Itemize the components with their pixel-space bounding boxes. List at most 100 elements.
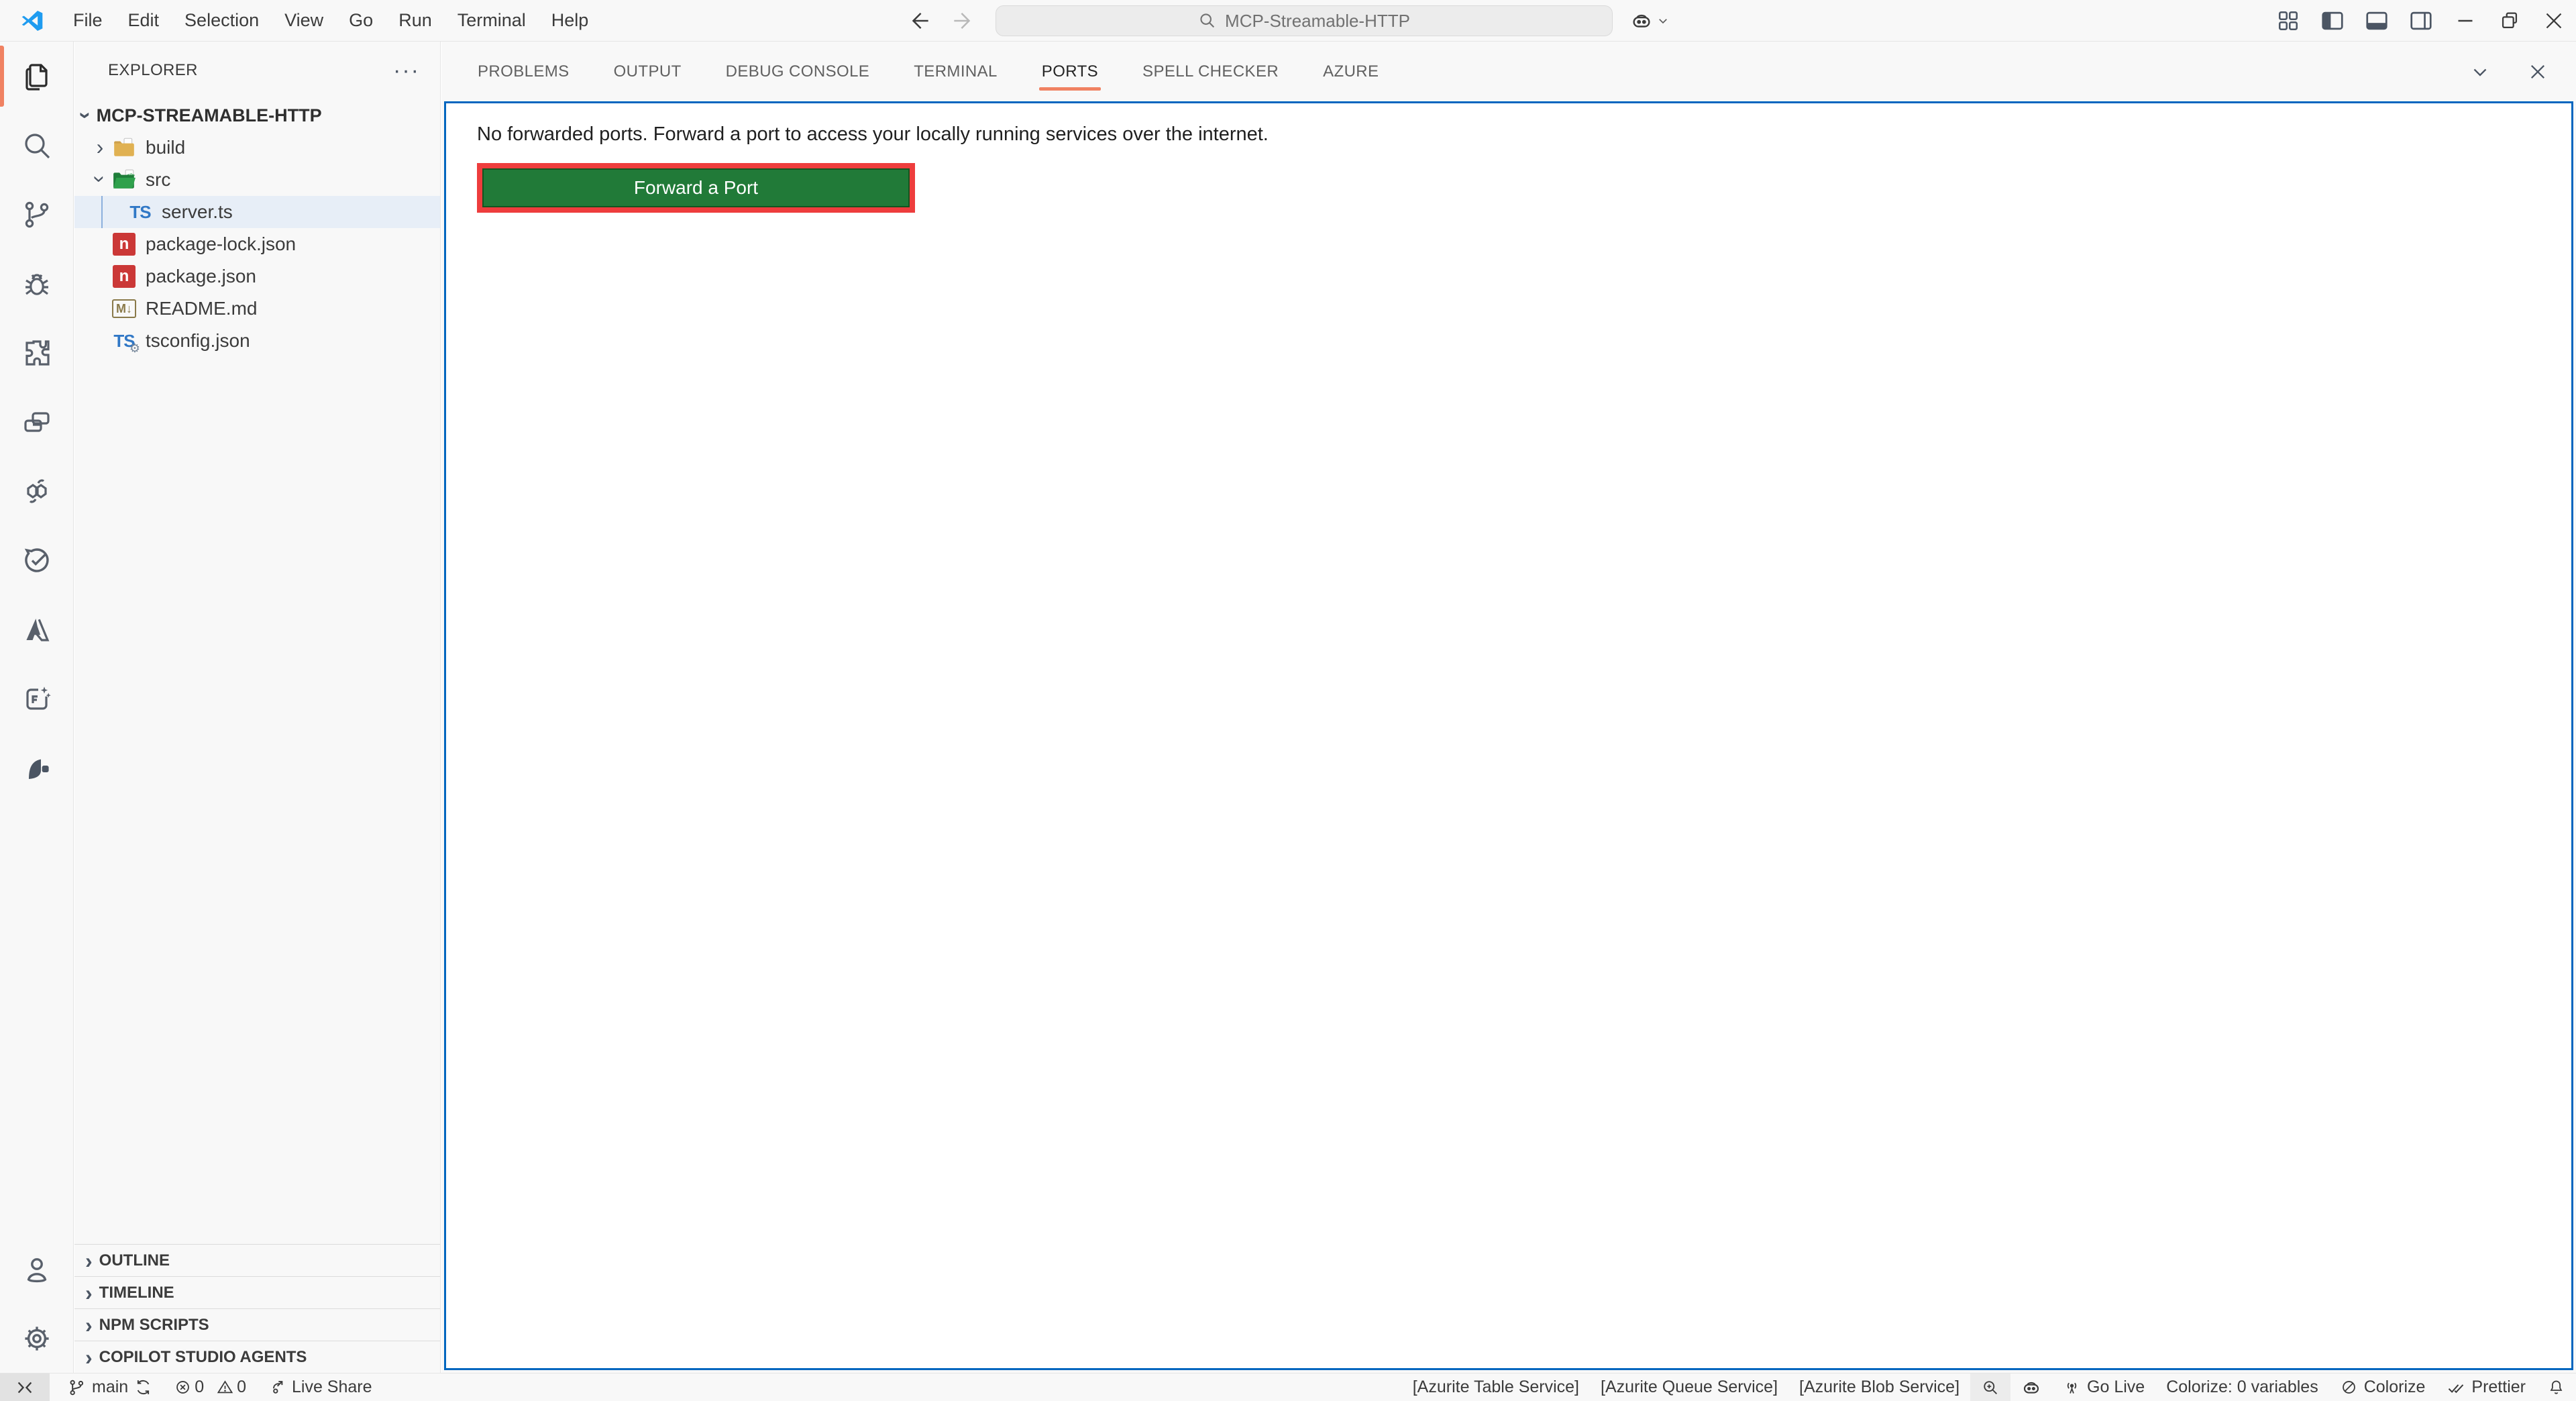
section-timeline[interactable]: › TIMELINE [74,1276,440,1308]
activitybar-extensions[interactable] [0,318,73,387]
tab-problems[interactable]: PROBLEMS [476,50,571,93]
activitybar-sparkle-square-extension[interactable] [0,664,73,733]
copilot-menu-button[interactable] [1630,9,1669,32]
activitybar-stacked-shapes-extension[interactable] [0,387,73,456]
activitybar-linked-rings-extension[interactable] [0,456,73,525]
tab-azure[interactable]: AZURE [1322,50,1380,93]
warning-count: 0 [237,1378,246,1397]
menu-go[interactable]: Go [336,6,386,35]
go-live-label: Go Live [2087,1378,2145,1397]
activitybar-settings[interactable] [0,1304,73,1373]
account-icon [21,1253,53,1286]
vscode-logo-icon [19,7,46,34]
sync-icon [134,1378,152,1396]
chevron-down-icon [1657,15,1669,27]
settings-gear-icon [21,1322,53,1355]
chevron-right-icon: › [85,1250,93,1272]
colorize-label: Colorize [2364,1378,2426,1397]
activitybar-source-control[interactable] [0,180,73,249]
tree-item-tsconfig-json[interactable]: TS⚙ tsconfig.json [74,325,440,357]
tree-item-package-json[interactable]: n package.json [74,260,440,293]
azurite-table-service[interactable]: [Azurite Table Service] [1402,1373,1590,1401]
bell-icon [2547,1378,2565,1396]
azure-icon [21,613,53,645]
copilot-status[interactable] [2010,1373,2052,1401]
prettier-status[interactable]: Prettier [2436,1373,2536,1401]
activitybar-run-debug[interactable] [0,249,73,318]
extensions-puzzle-icon [21,337,53,369]
status-bar: main 0 0 Live Share [Azurite Table Servi… [0,1373,2576,1401]
activitybar-flag-extension[interactable] [0,733,73,802]
error-count: 0 [195,1378,204,1397]
tree-item-build[interactable]: › build [74,132,440,164]
activitybar-explorer[interactable] [0,42,73,111]
live-share-status[interactable]: Live Share [257,1373,383,1401]
branch-name: main [92,1378,128,1397]
menu-file[interactable]: File [60,6,115,35]
azurite-blob-service[interactable]: [Azurite Blob Service] [1788,1373,1970,1401]
tree-item-readme-md[interactable]: M↓ README.md [74,293,440,325]
customize-layout-icon[interactable] [2266,0,2310,42]
forward-arrow-icon[interactable] [950,8,975,34]
zoom-status[interactable] [1970,1373,2010,1401]
project-root-row[interactable]: › MCP-STREAMABLE-HTTP [74,99,440,132]
circle-slash-icon [2340,1378,2358,1396]
panel-close-icon[interactable] [2526,60,2549,83]
minimize-icon[interactable] [2443,0,2487,42]
activity-bar [0,42,74,1373]
command-center-search[interactable]: MCP-Streamable-HTTP [996,5,1613,36]
tree-item-src[interactable]: › </> src [74,164,440,196]
activitybar-search[interactable] [0,111,73,180]
menu-view[interactable]: View [272,6,336,35]
back-arrow-icon[interactable] [907,8,932,34]
error-circle-icon [174,1378,192,1396]
toggle-secondary-sidebar-icon[interactable] [2399,0,2443,42]
section-outline[interactable]: › OUTLINE [74,1244,440,1276]
copilot-icon [1630,9,1653,32]
toggle-primary-sidebar-icon[interactable] [2310,0,2355,42]
menu-edit[interactable]: Edit [115,6,172,35]
file-tree: › build › </> src TS server.ts n package… [74,132,440,357]
azurite-queue-service[interactable]: [Azurite Queue Service] [1590,1373,1788,1401]
menu-run[interactable]: Run [386,6,445,35]
tab-output[interactable]: OUTPUT [612,50,683,93]
colorize-variables-status[interactable]: Colorize: 0 variables [2155,1373,2329,1401]
chevron-right-icon: › [97,136,104,158]
indent-guide [101,196,103,228]
menu-terminal[interactable]: Terminal [445,6,539,35]
copilot-icon [2021,1378,2041,1398]
menu-help[interactable]: Help [539,6,602,35]
section-npm-scripts[interactable]: › NPM SCRIPTS [74,1308,440,1341]
problems-status[interactable]: 0 0 [163,1373,257,1401]
close-window-icon[interactable] [2532,0,2576,42]
files-icon [21,60,53,93]
menu-selection[interactable]: Selection [172,6,272,35]
git-branch-icon [67,1378,86,1397]
live-share-label: Live Share [292,1378,372,1397]
npm-file-icon: n [112,232,136,256]
restore-icon[interactable] [2487,0,2532,42]
git-branch-status[interactable]: main [56,1373,163,1401]
activitybar-check-badge-extension[interactable] [0,525,73,594]
tab-spell-checker[interactable]: SPELL CHECKER [1141,50,1280,93]
tree-item-package-lock-json[interactable]: n package-lock.json [74,228,440,260]
remote-indicator[interactable] [0,1373,50,1401]
panel-chevron-down-icon[interactable] [2469,60,2491,83]
explorer-more-actions-icon[interactable]: ··· [393,64,420,77]
prettier-label: Prettier [2471,1378,2526,1397]
tree-item-server-ts[interactable]: TS server.ts [74,196,440,228]
go-live-status[interactable]: Go Live [2052,1373,2155,1401]
tab-debug-console[interactable]: DEBUG CONSOLE [724,50,871,93]
title-bar: File Edit Selection View Go Run Terminal… [0,0,2576,42]
colorize-status[interactable]: Colorize [2329,1373,2436,1401]
check-badge-icon [21,544,53,576]
toggle-panel-icon[interactable] [2355,0,2399,42]
tab-terminal[interactable]: TERMINAL [912,50,999,93]
activitybar-accounts[interactable] [0,1235,73,1304]
forward-a-port-button[interactable]: Forward a Port [482,168,910,207]
section-copilot-studio-agents[interactable]: › COPILOT STUDIO AGENTS [74,1341,440,1373]
activitybar-azure[interactable] [0,594,73,664]
tab-ports[interactable]: PORTS [1040,50,1099,93]
ports-empty-message: No forwarded ports. Forward a port to ac… [477,123,2540,146]
notifications-status[interactable] [2536,1373,2576,1401]
